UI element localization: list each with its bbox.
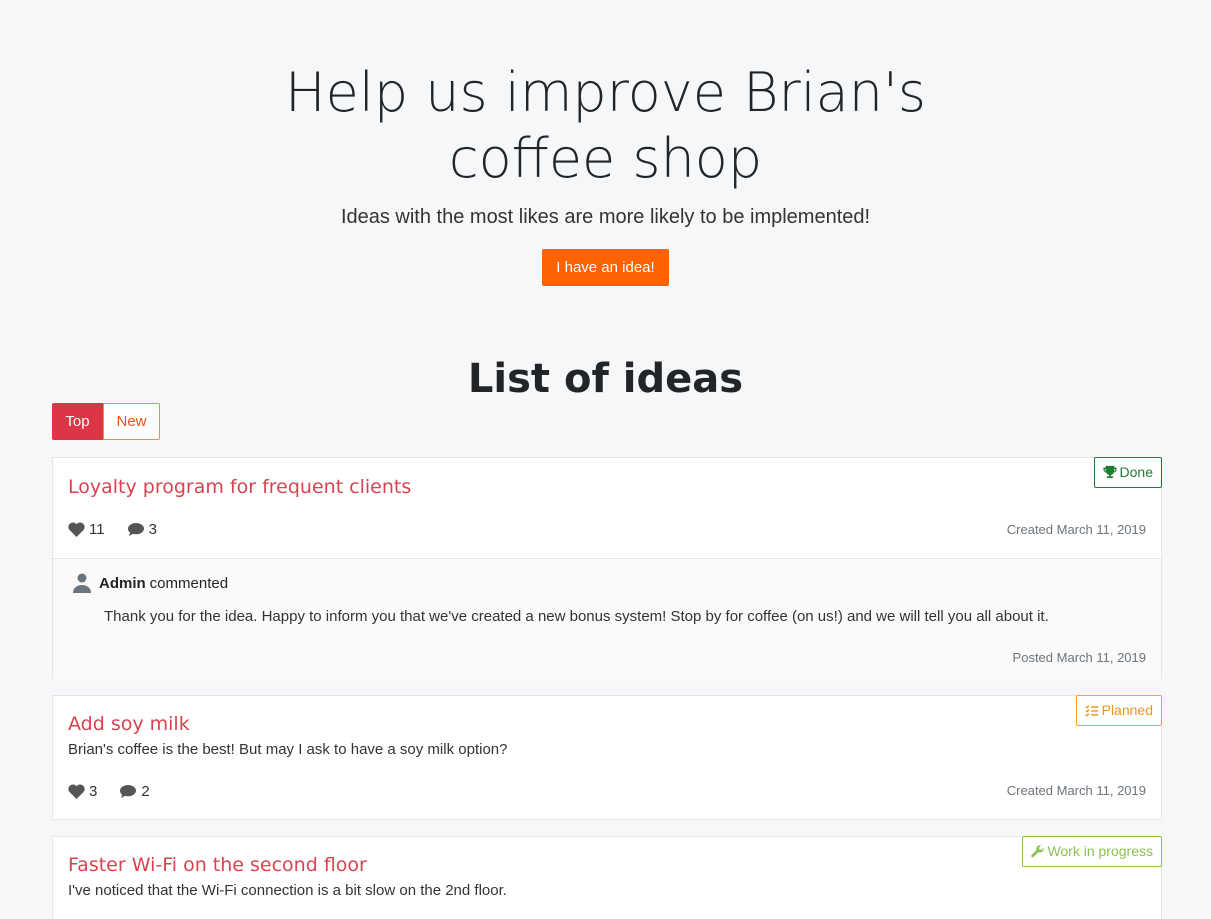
idea-description: Brian's coffee is the best! But may I as… [68,741,508,758]
comments-button[interactable]: 2 [119,783,150,800]
status-badge: Done [1093,457,1162,488]
like-button[interactable]: 11 [68,521,105,538]
like-button[interactable]: 3 [68,783,97,800]
comment-author: Admin [99,574,146,592]
user-icon [73,573,91,593]
wrench-icon [1031,845,1045,858]
comment-icon [127,523,144,536]
status-label: Done [1119,464,1153,480]
idea-title[interactable]: Loyalty program for frequent clients [68,476,411,498]
idea-stats: 3 2 [68,783,172,800]
created-date: Created March 11, 2019 [1006,522,1146,537]
idea-card: Planned Add soy milk Brian's coffee is t… [52,695,1162,820]
heart-icon [68,784,85,799]
idea-card: Work in progress Faster Wi-Fi on the sec… [52,836,1162,919]
comment-text: Thank you for the idea. Happy to inform … [104,608,1049,625]
tab-top[interactable]: Top [52,403,103,440]
status-badge: Work in progress [1022,836,1162,867]
heart-icon [68,522,85,537]
idea-description: I've noticed that the Wi-Fi connection i… [68,882,507,899]
status-label: Work in progress [1047,843,1153,859]
list-title: List of ideas [467,356,744,402]
comment-verb: commented [149,574,229,592]
like-count: 11 [89,521,105,538]
submit-idea-button[interactable]: I have an idea! [542,249,669,286]
status-badge: Planned [1075,695,1162,726]
idea-card: Done Loyalty program for frequent client… [52,457,1162,679]
idea-title[interactable]: Faster Wi-Fi on the second floor [68,854,367,876]
sort-tabs: Top New [52,403,160,440]
idea-title[interactable]: Add soy milk [68,713,190,735]
page-subtitle: Ideas with the most likes are more likel… [340,206,871,228]
admin-comment: Admin commented Thank you for the idea. … [53,558,1161,679]
like-count: 3 [89,783,98,800]
comment-icon [120,785,137,798]
page-title: Help us improve Brian's coffee shop [285,61,926,190]
comment-count: 3 [148,521,157,538]
checklist-icon [1084,705,1098,717]
tab-new[interactable]: New [103,403,160,440]
trophy-icon [1102,465,1117,479]
posted-date: Posted March 11, 2019 [1012,650,1146,665]
idea-stats: 11 3 [68,521,179,538]
hero: Help us improve Brian's coffee shop Idea… [0,0,1211,286]
created-date: Created March 11, 2019 [1006,783,1146,798]
comment-count: 2 [141,783,150,800]
status-label: Planned [1101,702,1153,718]
comment-header: Admin commented [73,573,228,593]
comments-button[interactable]: 3 [127,521,157,538]
